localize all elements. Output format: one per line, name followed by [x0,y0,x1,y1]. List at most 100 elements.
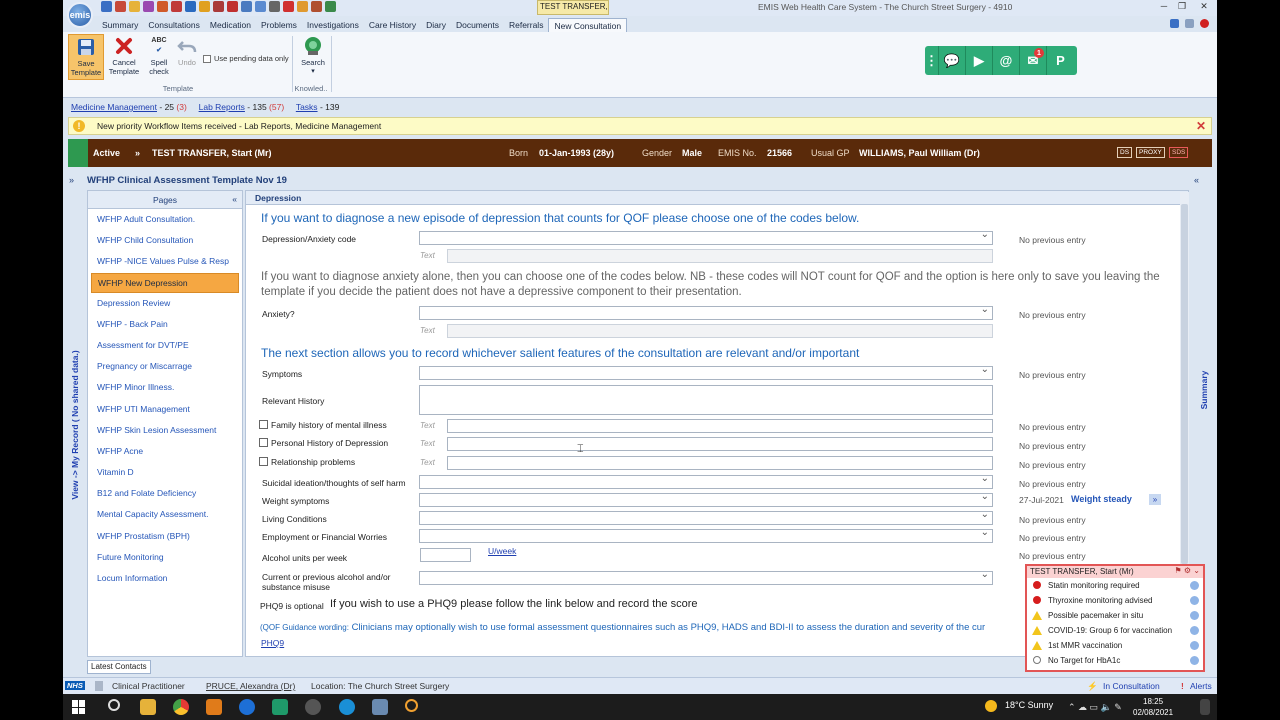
page-item[interactable]: Future Monitoring [91,547,239,568]
page-item[interactable]: WFHP New Depression [91,272,239,293]
power-icon[interactable] [1200,19,1209,28]
tab-consultations[interactable]: Consultations [143,18,205,33]
page-item[interactable]: WFHP Minor Illness. [91,377,239,398]
alerts-controls-icon[interactable]: ⚑ ⚙ ⌄ [1175,566,1201,575]
minimize-icon[interactable]: ─ [1157,1,1171,11]
alcohol-units-input[interactable] [420,548,471,562]
tab-documents[interactable]: Documents [451,18,504,33]
email-at-icon[interactable]: @ [993,46,1020,75]
expand-left-icon[interactable]: » [69,175,74,185]
lab-reports-link[interactable]: Lab Reports [199,102,245,112]
app-a-icon[interactable] [272,699,288,715]
people-icon[interactable] [297,1,308,12]
page-item[interactable]: Assessment for DVT/PE [91,335,239,356]
page-item[interactable]: WFHP Adult Consultation. [91,209,239,230]
pencil-icon[interactable] [129,1,140,12]
alert-item[interactable]: Statin monitoring required [1027,578,1203,593]
units-per-week-link[interactable]: U/week [488,546,516,556]
living-conditions-select[interactable] [419,509,993,525]
tab-diary[interactable]: Diary [421,18,451,33]
patient-status[interactable]: Active [93,148,120,158]
cancel-template-button[interactable]: Cancel Template [106,34,142,80]
family-history-text[interactable] [447,419,993,433]
tab-medication[interactable]: Medication [205,18,256,33]
bottle-icon[interactable] [227,1,238,12]
personal-history-checkbox[interactable] [259,438,268,447]
chat-icon[interactable]: 💬 [939,46,966,75]
windows-start-icon[interactable] [72,700,86,714]
video-call-icon[interactable]: ▶ [966,46,993,75]
tab-summary[interactable]: Summary [97,18,143,33]
doc-icon[interactable] [241,1,252,12]
mail-icon[interactable] [325,1,336,12]
page-item[interactable]: WFHP Skin Lesion Assessment [91,420,239,441]
pending-checkbox-box[interactable] [203,54,211,63]
relationship-text[interactable] [447,456,993,470]
tab-care-history[interactable]: Care History [364,18,421,33]
file-explorer-icon[interactable] [140,699,156,715]
close-notification-icon[interactable]: ✕ [1196,119,1206,133]
sds-tag[interactable]: SDS [1169,147,1189,158]
tab-referrals[interactable]: Referrals [504,18,548,33]
search-icon[interactable] [108,699,120,711]
weight-previous-value[interactable]: Weight steady [1071,494,1132,504]
pending-data-checkbox[interactable]: Use pending data only [203,54,289,63]
key-icon[interactable] [199,1,210,12]
page-item[interactable]: Locum Information [91,568,239,589]
page-item[interactable]: WFHP - Back Pain [91,314,239,335]
patient-window-tab[interactable]: TEST TRANSFER, St... [537,0,609,15]
page-item[interactable]: WFHP -NICE Values Pulse & Resp [91,251,239,272]
collapse-pages-icon[interactable]: « [232,194,237,204]
ds-tag[interactable]: DS [1117,147,1133,158]
flag-icon[interactable] [283,1,294,12]
patient-p-icon[interactable]: P [1047,46,1074,75]
emis-logo[interactable]: emis [67,2,93,28]
help-icon[interactable] [1185,19,1194,28]
emis-taskbar-icon[interactable] [372,699,388,715]
tab-new-consultation[interactable]: New Consultation [548,18,628,33]
edge-icon[interactable] [239,699,255,715]
proxy-tag[interactable]: PROXY [1136,147,1165,158]
window-icon[interactable] [1170,19,1179,28]
current-alcohol-select[interactable] [419,569,993,585]
anxiety-select[interactable] [419,304,993,320]
page-item[interactable]: WFHP Acne [91,441,239,462]
in-consultation-status[interactable]: In Consultation [1103,681,1160,691]
info-icon[interactable] [185,1,196,12]
stack-icon[interactable] [255,1,266,12]
user-name[interactable]: PRUCE, Alexandra (Dr) [206,681,295,691]
chrome-icon[interactable] [173,699,189,715]
weight-history-arrow-icon[interactable]: » [1149,494,1161,505]
restore-icon[interactable]: ❐ [1175,1,1189,12]
depression-code-select[interactable] [419,229,993,245]
grid-icon[interactable] [157,1,168,12]
info-icon[interactable] [1190,611,1199,620]
needle-icon[interactable] [213,1,224,12]
suicidal-select[interactable] [419,473,993,489]
medicine-management-link[interactable]: Medicine Management [71,102,157,112]
weather-text[interactable]: 18°C Sunny [1005,700,1053,710]
tools-icon[interactable] [311,1,322,12]
page-item[interactable]: Vitamin D [91,462,239,483]
page-item[interactable]: Pregnancy or Miscarrage [91,356,239,377]
chevron-down-icon[interactable]: » [135,148,140,158]
record-icon[interactable] [143,1,154,12]
alert-item[interactable]: No Target for HbA1c [1027,653,1203,668]
alert-item[interactable]: Thyroxine monitoring advised [1027,593,1203,608]
page-item[interactable]: B12 and Folate Deficiency [91,483,239,504]
calendar-icon[interactable] [171,1,182,12]
personal-history-text[interactable] [447,437,993,451]
inbox-icon[interactable]: ✉ 1 [1020,46,1047,75]
page-item[interactable]: WFHP Child Consultation [91,230,239,251]
search-button[interactable]: Search ▾ [295,34,331,80]
alert-item[interactable]: COVID-19: Group 6 for vaccination [1027,623,1203,638]
latest-contacts-tab[interactable]: Latest Contacts [87,660,151,674]
taskbar-clock[interactable]: 18:25 02/08/2021 [1133,696,1173,718]
notification-center-icon[interactable] [1200,699,1210,715]
info-icon[interactable] [1190,626,1199,635]
phq9-link[interactable]: PHQ9 [261,638,284,648]
print-icon[interactable] [269,1,280,12]
page-item[interactable]: WFHP Prostatism (BPH) [91,526,239,547]
alerts-status[interactable]: Alerts [1190,681,1212,691]
tab-problems[interactable]: Problems [256,18,302,33]
